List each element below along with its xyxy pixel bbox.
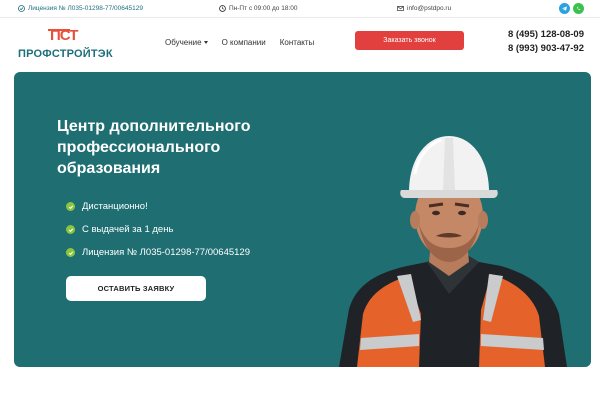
check-icon xyxy=(66,248,75,257)
main-nav: Обучение О компании Контакты xyxy=(165,38,314,47)
logo-mark: ПСТ xyxy=(50,27,78,44)
working-hours: Пн-Пт с 09:00 до 18:00 xyxy=(219,5,298,12)
telegram-icon[interactable] xyxy=(559,3,570,14)
license-info: Лицензия № Л035-01298-77/00645129 xyxy=(18,5,143,12)
leave-request-button[interactable]: ОСТАВИТЬ ЗАЯВКУ xyxy=(66,276,206,301)
license-text: Лицензия № Л035-01298-77/00645129 xyxy=(28,5,143,12)
hero-title: Центр дополнительного профессионального … xyxy=(57,118,251,177)
check-icon xyxy=(66,202,75,211)
mail-icon xyxy=(397,6,404,11)
hours-text: Пн-Пт с 09:00 до 18:00 xyxy=(229,5,298,12)
order-call-button[interactable]: Заказать звонок xyxy=(355,31,464,50)
chevron-down-icon xyxy=(203,41,208,44)
email-link[interactable]: info@pstdpo.ru xyxy=(397,5,451,12)
top-info-bar: Лицензия № Л035-01298-77/00645129 Пн-Пт … xyxy=(0,0,600,18)
nav-item-contacts[interactable]: Контакты xyxy=(280,38,315,47)
whatsapp-icon[interactable] xyxy=(573,3,584,14)
logo[interactable]: ПСТ ПРОФСТРОЙТЭК xyxy=(18,27,113,61)
email-text[interactable]: info@pstdpo.ru xyxy=(407,5,451,12)
feature-text: Дистанционно! xyxy=(82,201,148,212)
hero-banner: Центр дополнительного профессионального … xyxy=(14,72,591,367)
feature-item: Лицензия № Л035-01298-77/00645129 xyxy=(66,247,250,258)
logo-name: ПРОФСТРОЙТЭК xyxy=(18,48,113,60)
nav-item-training-label[interactable]: Обучение xyxy=(165,38,202,47)
feature-text: С выдачей за 1 день xyxy=(82,224,174,235)
check-icon xyxy=(66,225,75,234)
phone-numbers: 8 (495) 128-08-09 8 (993) 903-47-92 xyxy=(486,28,584,56)
nav-item-about[interactable]: О компании xyxy=(222,38,266,47)
nav-item-training[interactable]: Обучение xyxy=(165,38,208,47)
feature-item: С выдачей за 1 день xyxy=(66,224,173,235)
feature-item: Дистанционно! xyxy=(66,201,148,212)
feature-text: Лицензия № Л035-01298-77/00645129 xyxy=(82,247,250,258)
construction-worker-image xyxy=(339,136,567,367)
site-header: ПСТ ПРОФСТРОЙТЭК Обучение О компании Кон… xyxy=(0,19,600,67)
clock-icon xyxy=(219,5,226,12)
phone-1[interactable]: 8 (495) 128-08-09 xyxy=(486,28,584,42)
phone-2[interactable]: 8 (993) 903-47-92 xyxy=(486,42,584,56)
license-check-icon xyxy=(18,5,25,12)
